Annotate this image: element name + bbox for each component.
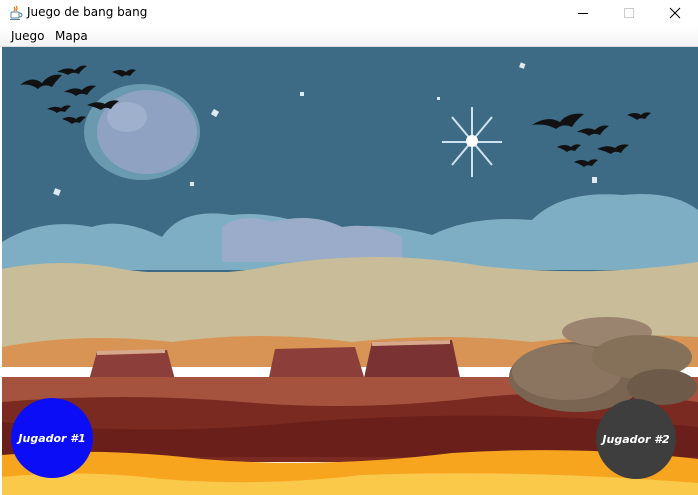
maximize-button[interactable]: [606, 0, 652, 26]
close-icon: [669, 7, 681, 19]
menu-juego[interactable]: Juego: [11, 29, 45, 43]
player-1-label: Jugador #1: [18, 431, 86, 445]
desert-night-background: [2, 47, 698, 495]
player-1-token[interactable]: Jugador #1: [11, 398, 93, 478]
menu-bar: Juego Mapa: [0, 26, 698, 47]
menu-mapa[interactable]: Mapa: [55, 29, 88, 43]
minimize-icon: [578, 13, 588, 14]
close-button[interactable]: [652, 0, 698, 26]
minimize-button[interactable]: [560, 0, 606, 26]
player-2-label: Jugador #2: [602, 432, 670, 446]
java-coffee-icon: [8, 5, 24, 21]
moon: [84, 84, 200, 180]
game-canvas[interactable]: [2, 47, 698, 495]
window-title: Juego de bang bang: [27, 5, 148, 19]
player-2-token[interactable]: Jugador #2: [596, 399, 676, 479]
maximize-icon: [624, 8, 634, 18]
title-bar: Juego de bang bang: [0, 0, 698, 27]
